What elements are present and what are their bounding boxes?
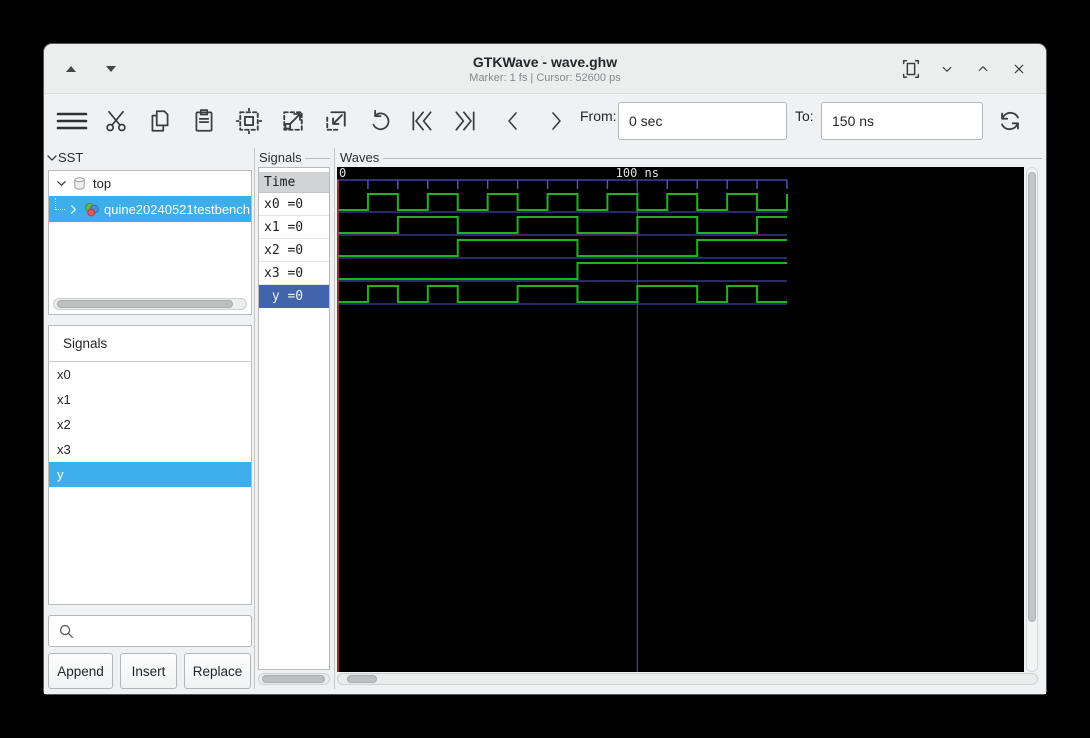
sst-collapse-icon[interactable] bbox=[45, 151, 59, 165]
minimize-button[interactable] bbox=[934, 56, 960, 82]
signal-value-x2[interactable]: x2 =0 bbox=[259, 239, 329, 262]
signal-value-x3[interactable]: x3 =0 bbox=[259, 262, 329, 285]
cut-icon bbox=[103, 108, 129, 134]
toolbar: From: To: bbox=[44, 94, 1046, 148]
tree-item-top[interactable]: top bbox=[49, 171, 251, 196]
chevron-down-icon bbox=[938, 60, 956, 78]
copy-icon bbox=[147, 108, 173, 134]
signal-item-x3[interactable]: x3 bbox=[49, 437, 251, 462]
signal-search-list: Signals x0 x1 x2 x3 y bbox=[48, 325, 252, 605]
signal-item-x1[interactable]: x1 bbox=[49, 387, 251, 412]
keep-below-button[interactable] bbox=[98, 56, 124, 82]
sst-label: SST bbox=[58, 150, 84, 165]
keep-above-button[interactable] bbox=[58, 56, 84, 82]
waves-frame-label: Waves bbox=[340, 150, 380, 165]
go-to-start-button[interactable] bbox=[402, 101, 442, 141]
scrollbar-thumb[interactable] bbox=[347, 675, 377, 683]
step-forward-button[interactable] bbox=[536, 101, 576, 141]
zoom-out-button[interactable] bbox=[316, 101, 356, 141]
main-content: SST top quine20240521testbench Signals x… bbox=[44, 148, 1046, 694]
signal-value-x0[interactable]: x0 =0 bbox=[259, 193, 329, 216]
paste-button[interactable] bbox=[184, 101, 224, 141]
tree-item-label: quine20240521testbench bbox=[104, 201, 251, 217]
zoom-in-button[interactable] bbox=[273, 101, 313, 141]
close-button[interactable] bbox=[1006, 56, 1032, 82]
scrollbar-thumb[interactable] bbox=[1028, 172, 1036, 622]
to-label: To: bbox=[795, 108, 814, 124]
paste-icon bbox=[191, 108, 217, 134]
zoom-fit-icon bbox=[235, 107, 263, 135]
fit-window-icon bbox=[900, 58, 922, 80]
from-input[interactable] bbox=[618, 102, 787, 140]
tree-item-label: top bbox=[93, 176, 112, 191]
signal-value-x1[interactable]: x1 =0 bbox=[259, 216, 329, 239]
scrollbar-thumb[interactable] bbox=[57, 300, 233, 308]
triangle-down-icon bbox=[105, 65, 117, 73]
module-icon bbox=[83, 201, 100, 218]
menu-icon bbox=[56, 109, 88, 133]
scope-cylinder-icon bbox=[72, 176, 87, 191]
go-to-end-button[interactable] bbox=[445, 101, 485, 141]
sst-tree: top quine20240521testbench bbox=[48, 170, 252, 315]
desktop-background: GTKWave - wave.ghw Marker: 1 fs | Cursor… bbox=[0, 0, 1090, 738]
frame-line bbox=[305, 158, 330, 159]
signal-values-panel: Time x0 =0 x1 =0 x2 =0 x3 =0 y =0 bbox=[258, 167, 330, 670]
frame-line bbox=[383, 158, 1042, 159]
window-title: GTKWave - wave.ghw bbox=[472, 53, 618, 70]
copy-button[interactable] bbox=[140, 101, 180, 141]
svg-text:0: 0 bbox=[339, 167, 346, 180]
search-input[interactable] bbox=[75, 616, 251, 646]
splitter-right[interactable] bbox=[334, 148, 335, 689]
wave-area[interactable]: 0 100 ns bbox=[337, 167, 1024, 672]
chevron-up-icon bbox=[974, 60, 992, 78]
triangle-up-icon bbox=[65, 65, 77, 73]
go-to-end-icon bbox=[450, 108, 480, 134]
zoom-in-icon bbox=[279, 107, 307, 135]
signals-frame-label: Signals bbox=[259, 150, 302, 165]
splitter-left[interactable] bbox=[254, 148, 255, 689]
sst-horizontal-scrollbar[interactable] bbox=[53, 298, 247, 310]
to-input[interactable] bbox=[821, 102, 983, 140]
search-icon bbox=[57, 622, 75, 640]
replace-button[interactable]: Replace bbox=[184, 653, 251, 689]
signal-search-field[interactable] bbox=[48, 615, 252, 647]
tree-connector bbox=[55, 198, 65, 210]
signal-item-x2[interactable]: x2 bbox=[49, 412, 251, 437]
scrollbar-thumb[interactable] bbox=[262, 675, 325, 683]
insert-button[interactable]: Insert bbox=[120, 653, 177, 689]
signal-item-x0[interactable]: x0 bbox=[49, 362, 251, 387]
from-label: From: bbox=[580, 108, 617, 124]
undo-button[interactable] bbox=[360, 101, 400, 141]
maximize-button[interactable] bbox=[970, 56, 996, 82]
chevron-right-icon bbox=[544, 108, 568, 134]
gtkwave-window: GTKWave - wave.ghw Marker: 1 fs | Cursor… bbox=[44, 44, 1046, 694]
fit-window-button[interactable] bbox=[898, 56, 924, 82]
step-back-button[interactable] bbox=[493, 101, 533, 141]
undo-icon bbox=[367, 108, 393, 134]
time-header: Time bbox=[259, 172, 329, 193]
wave-horizontal-scrollbar[interactable] bbox=[337, 673, 1038, 685]
reload-icon bbox=[996, 107, 1024, 135]
signals-horizontal-scrollbar[interactable] bbox=[258, 673, 330, 685]
marker-cursor-status: Marker: 1 fs | Cursor: 52600 ps bbox=[469, 71, 621, 84]
signal-value-y[interactable]: y =0 bbox=[259, 285, 329, 308]
signals-list-header: Signals bbox=[49, 326, 251, 362]
go-to-start-icon bbox=[407, 108, 437, 134]
chevron-left-icon bbox=[501, 108, 525, 134]
reload-button[interactable] bbox=[990, 101, 1030, 141]
cut-button[interactable] bbox=[96, 101, 136, 141]
titlebar[interactable]: GTKWave - wave.ghw Marker: 1 fs | Cursor… bbox=[44, 44, 1046, 94]
wave-canvas[interactable]: 0 100 ns bbox=[337, 167, 1024, 672]
expander-right-icon[interactable] bbox=[67, 203, 80, 216]
svg-text:100 ns: 100 ns bbox=[616, 167, 659, 180]
menu-button[interactable] bbox=[52, 101, 92, 141]
zoom-fit-button[interactable] bbox=[229, 101, 269, 141]
tree-item-testbench[interactable]: quine20240521testbench bbox=[49, 196, 251, 222]
expander-down-icon[interactable] bbox=[55, 177, 68, 190]
append-button[interactable]: Append bbox=[48, 653, 113, 689]
wave-vertical-scrollbar[interactable] bbox=[1026, 167, 1038, 672]
zoom-out-icon bbox=[322, 107, 350, 135]
close-icon bbox=[1010, 60, 1028, 78]
signal-item-y[interactable]: y bbox=[49, 462, 251, 487]
